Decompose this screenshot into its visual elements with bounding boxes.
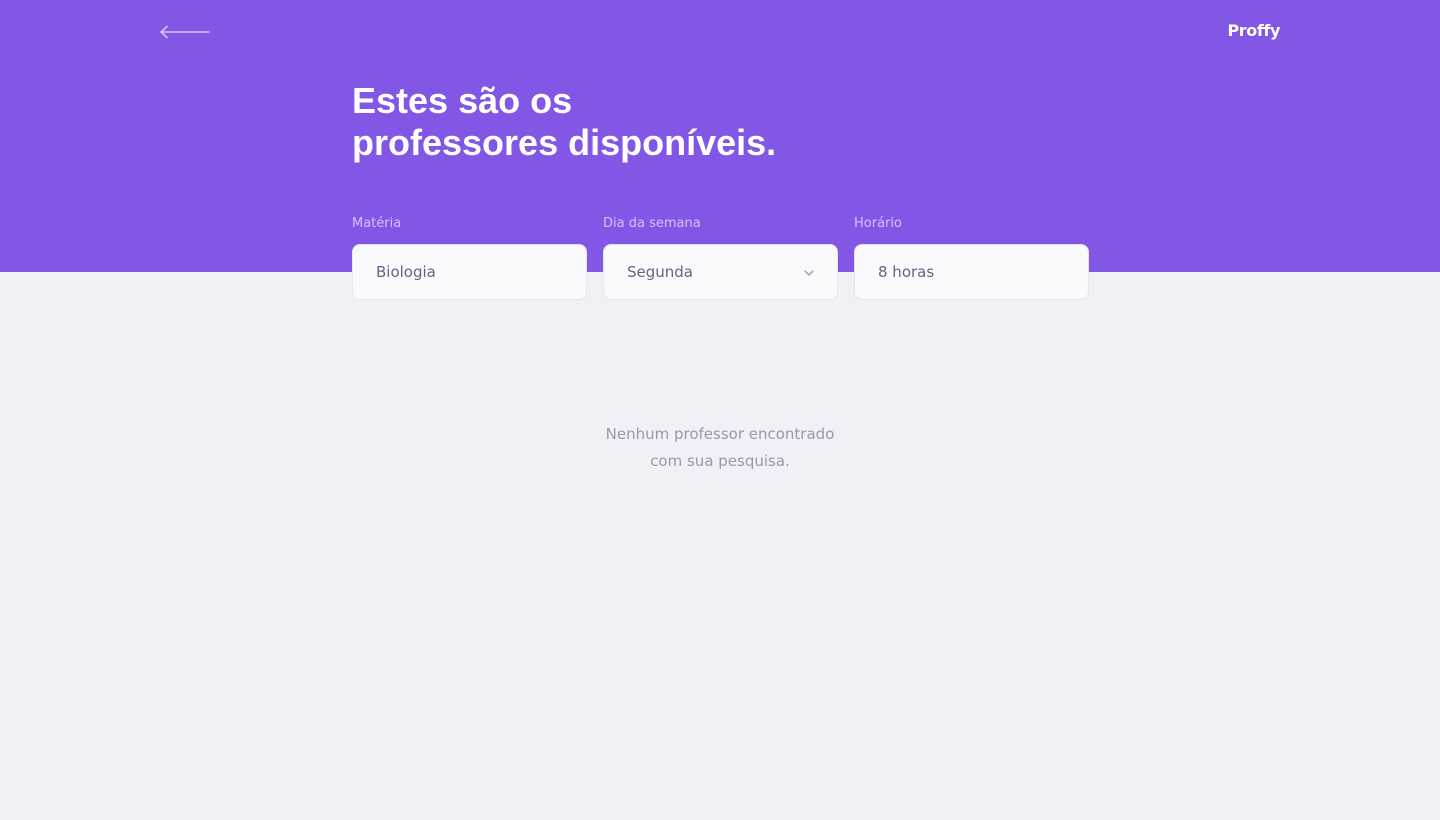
teacher-list-page: Proffy Estes são os professores disponív… bbox=[0, 0, 1440, 820]
week-day-value: Segunda bbox=[627, 263, 693, 281]
subject-value: Biologia bbox=[376, 263, 436, 281]
week-day-label: Dia da semana bbox=[603, 216, 701, 231]
arrow-left-icon bbox=[158, 22, 212, 42]
subject-field: Matéria Biologia bbox=[352, 215, 587, 300]
time-label: Horário bbox=[854, 216, 902, 231]
subject-select[interactable]: Biologia bbox=[352, 244, 587, 300]
chevron-down-icon bbox=[803, 267, 815, 279]
time-value: 8 horas bbox=[878, 263, 935, 281]
page-title-line-1: Estes são os bbox=[352, 80, 573, 121]
subject-label: Matéria bbox=[352, 216, 402, 231]
page-title-line-2: professores disponíveis. bbox=[352, 122, 777, 163]
time-field: Horário 8 horas bbox=[854, 215, 1089, 300]
back-button[interactable] bbox=[158, 22, 212, 42]
no-results-message: Nenhum professor encontrado com sua pesq… bbox=[520, 421, 920, 475]
week-day-select[interactable]: Segunda bbox=[603, 244, 838, 300]
week-day-field: Dia da semana Segunda bbox=[603, 215, 838, 300]
proffy-logo: Proffy bbox=[1227, 21, 1280, 40]
search-filters-form: Matéria Biologia Dia da semana Segunda H… bbox=[352, 215, 1089, 300]
page-header: Proffy Estes são os professores disponív… bbox=[0, 0, 1440, 300]
no-results-line-2: com sua pesquisa. bbox=[650, 452, 790, 470]
page-title: Estes são os professores disponíveis. bbox=[352, 80, 952, 164]
time-input[interactable]: 8 horas bbox=[854, 244, 1089, 300]
no-results-line-1: Nenhum professor encontrado bbox=[605, 425, 835, 443]
